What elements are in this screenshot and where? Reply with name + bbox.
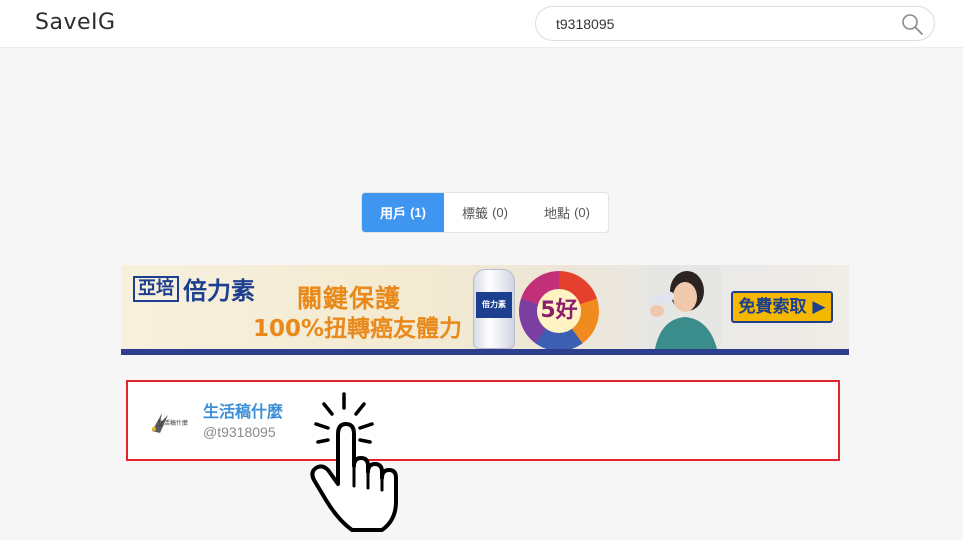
- tab-locations-count: (0): [574, 205, 590, 220]
- ad-banner[interactable]: 亞培 倍力素 關鍵保護 100%扭轉癌友體力 倍力素 5好 免費索取 ▶: [121, 265, 849, 355]
- top-bar: SaveIG: [0, 0, 963, 48]
- site-logo[interactable]: SaveIG: [35, 10, 116, 35]
- tab-tags-label: 標籤: [462, 206, 489, 221]
- search-input[interactable]: [556, 7, 896, 40]
- ad-benefit-wheel: 5好: [519, 271, 599, 349]
- tab-users[interactable]: 用戶 (1): [362, 193, 444, 232]
- ad-product-bottle: 倍力素: [473, 269, 515, 349]
- tab-locations[interactable]: 地點 (0): [526, 193, 608, 232]
- pointing-hand-cursor-icon: [310, 392, 398, 532]
- search-icon[interactable]: [900, 12, 924, 36]
- avatar-text: 生活稿什麼: [158, 421, 189, 427]
- ad-bottle-label: 倍力素: [476, 292, 512, 318]
- tab-tags[interactable]: 標籤 (0): [444, 193, 526, 232]
- ad-brand-name: 倍力素: [183, 277, 255, 305]
- ad-brand-box: 亞培: [133, 275, 179, 302]
- search-box[interactable]: [535, 6, 935, 41]
- search-result-tabs: 用戶 (1) 標籤 (0) 地點 (0): [361, 192, 609, 233]
- ad-subline: 100%扭轉癌友體力: [253, 316, 463, 342]
- user-result-card[interactable]: 生活稿什麼 生活稿什麼 @t9318095: [126, 380, 840, 461]
- result-handle: @t9318095: [203, 424, 276, 440]
- tab-users-label: 用戶: [380, 206, 407, 221]
- ad-cta-label: 免費索取: [738, 297, 807, 317]
- avatar[interactable]: 生活稿什麼: [148, 407, 192, 437]
- result-username[interactable]: 生活稿什麼: [203, 398, 283, 422]
- ad-person-image: [641, 265, 721, 349]
- ad-cta-button[interactable]: 免費索取 ▶: [731, 291, 833, 323]
- tab-locations-label: 地點: [544, 206, 571, 221]
- tab-users-count: (1): [410, 205, 426, 220]
- tab-tags-count: (0): [492, 205, 508, 220]
- ad-wheel-hub: 5好: [537, 289, 581, 333]
- ad-brand: 亞培 倍力素: [133, 271, 255, 306]
